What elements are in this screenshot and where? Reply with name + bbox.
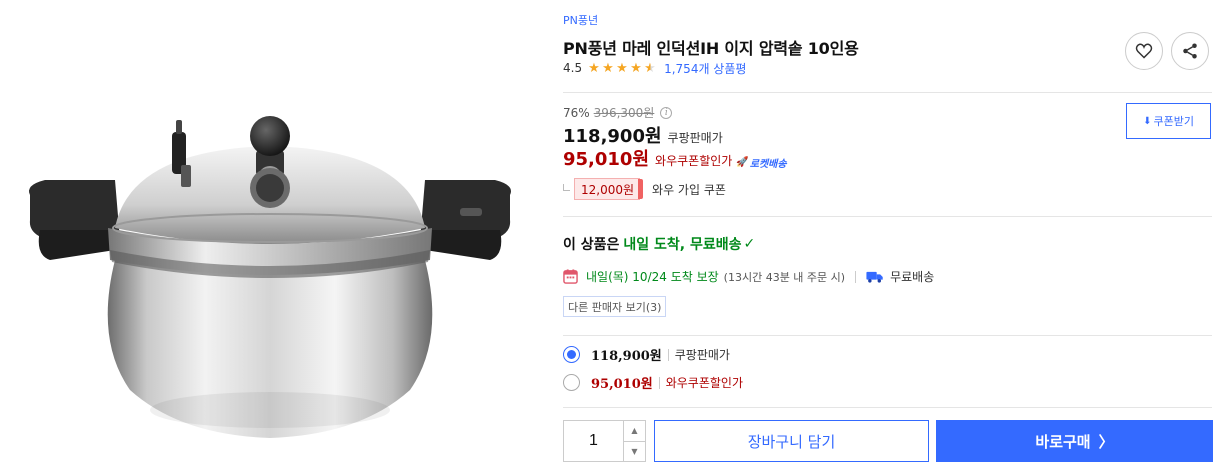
delivery-date: 내일(목) 10/24 도착 보장 — [586, 270, 719, 284]
share-icon — [1183, 43, 1197, 59]
rocket-label: 로켓배송 — [749, 159, 787, 170]
rating-score: 4.5 — [563, 61, 583, 75]
option-price: 118,900원 — [591, 349, 662, 364]
quantity-step-buttons: ▲ ▼ — [623, 421, 645, 461]
check-icon: ✓ — [743, 236, 756, 252]
original-price: 396,300원 — [593, 106, 655, 120]
delivery-cutoff: (13시간 43분 내 주문 시) — [723, 270, 846, 284]
quantity-increase-button[interactable]: ▲ — [624, 421, 645, 442]
buy-now-label: 바로구매 — [1035, 432, 1091, 451]
star-icon: ★ — [588, 60, 600, 76]
rating-stars: ★ ★ ★ ★ ★ — [588, 62, 658, 75]
divider — [563, 335, 1212, 336]
divider — [855, 270, 857, 283]
product-image[interactable] — [20, 110, 520, 450]
buy-now-button[interactable]: 바로구매 〉 — [936, 420, 1213, 462]
corner-mark — [563, 183, 570, 191]
divider — [563, 216, 1212, 217]
divider — [563, 407, 1212, 408]
wow-coupon-row: 12,000원 와우 가입 쿠폰 — [563, 178, 726, 200]
price-option-wow-coupon[interactable]: 95,010원 와우쿠폰할인가 — [563, 373, 743, 392]
review-count-link[interactable]: 1,754개 상품평 — [664, 60, 746, 77]
heart-icon — [1135, 43, 1153, 59]
option-label: 쿠팡판매가 — [674, 348, 730, 362]
chevron-right-icon: 〉 — [1098, 432, 1114, 451]
quantity-decrease-button[interactable]: ▼ — [624, 442, 645, 462]
info-icon[interactable]: i — [660, 106, 673, 119]
divider — [658, 376, 660, 389]
star-icon: ★ — [602, 60, 614, 76]
coupon-price-label: 와우쿠폰할인가 — [655, 154, 733, 168]
delivery-headline-main: 내일 도착, 무료배송 — [623, 237, 742, 253]
coupon-price: 95,010원 — [563, 149, 650, 170]
sale-price-label: 쿠팡판매가 — [667, 131, 723, 145]
divider — [667, 348, 669, 361]
share-button[interactable] — [1171, 32, 1209, 70]
product-info-panel: PN풍년 PN풍년 마레 인덕션IH 이지 압력솥 10인용 4.5 ★ ★ ★… — [563, 0, 1213, 471]
discount-row: 76% 396,300원 i — [563, 104, 673, 121]
coupon-price-row: 95,010원 와우쿠폰할인가 🚀 로켓배송 — [563, 145, 787, 171]
price-option-coupang[interactable]: 118,900원 쿠팡판매가 — [563, 345, 730, 364]
star-icon: ★ — [616, 60, 628, 76]
brand-link[interactable]: PN풍년 — [563, 12, 598, 28]
free-shipping-label: 무료배송 — [890, 270, 935, 284]
option-price: 95,010원 — [591, 377, 653, 392]
get-coupon-button[interactable]: ⬇ 쿠폰받기 — [1126, 103, 1211, 139]
rating-row[interactable]: 4.5 ★ ★ ★ ★ ★ 1,754개 상품평 — [563, 60, 746, 76]
download-icon: ⬇ — [1143, 115, 1152, 127]
delivery-eta-row: 내일(목) 10/24 도착 보장 (13시간 43분 내 주문 시) 무료배송 — [563, 268, 934, 285]
coupon-description: 와우 가입 쿠폰 — [652, 182, 726, 197]
delivery-headline: 이 상품은 내일 도착, 무료배송 ✓ — [563, 234, 755, 254]
calendar-icon — [563, 269, 578, 284]
rocket-delivery-badge: 🚀 로켓배송 — [736, 155, 786, 170]
other-sellers-button[interactable]: 다른 판매자 보기(3) — [563, 296, 667, 317]
rocket-icon: 🚀 — [736, 157, 749, 168]
get-coupon-label: 쿠폰받기 — [1153, 115, 1194, 128]
favorite-button[interactable] — [1125, 32, 1163, 70]
quantity-input[interactable] — [564, 421, 623, 461]
coupon-amount-chip: 12,000원 — [574, 178, 644, 200]
product-title: PN풍년 마레 인덕션IH 이지 압력솥 10인용 — [563, 39, 859, 58]
radio-selected[interactable] — [563, 346, 580, 363]
divider — [563, 92, 1212, 93]
star-icon: ★ — [630, 60, 642, 76]
half-star-icon: ★ — [644, 60, 656, 76]
delivery-headline-prefix: 이 상품은 — [563, 237, 620, 253]
quantity-stepper[interactable]: ▲ ▼ — [563, 420, 646, 462]
truck-icon — [866, 271, 883, 283]
option-label: 와우쿠폰할인가 — [665, 376, 743, 390]
radio-unselected[interactable] — [563, 374, 580, 391]
product-image-area — [0, 0, 540, 471]
discount-rate: 76% — [563, 105, 590, 120]
add-to-cart-button[interactable]: 장바구니 담기 — [654, 420, 929, 462]
